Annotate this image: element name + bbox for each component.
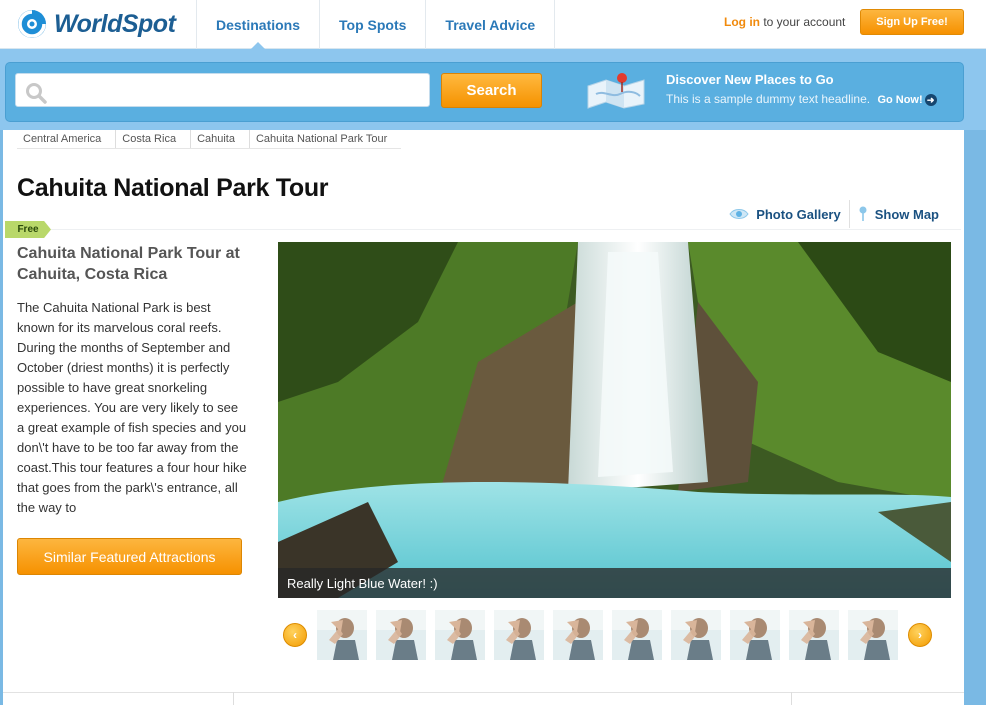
divider xyxy=(51,229,961,230)
thumbnail[interactable] xyxy=(317,610,367,660)
photo-caption: Really Light Blue Water! :) xyxy=(278,568,951,598)
logo-text: WorldSpot xyxy=(54,9,176,38)
thumbnail[interactable] xyxy=(494,610,544,660)
person-thumbnail-image xyxy=(789,610,839,660)
promo-subtitle-row: This is a sample dummy text headline. Go… xyxy=(666,92,937,107)
account-link: Log in to your account xyxy=(724,15,845,29)
search-button[interactable]: Search xyxy=(441,73,542,108)
main-photo[interactable]: Really Light Blue Water! :) xyxy=(278,242,951,598)
person-thumbnail-image xyxy=(435,610,485,660)
breadcrumb-item[interactable]: Central America xyxy=(17,130,117,148)
divider xyxy=(3,692,964,705)
arrow-right-icon: ➜ xyxy=(924,94,937,107)
thumbnail[interactable] xyxy=(376,610,426,660)
logo[interactable]: WorldSpot xyxy=(16,7,176,41)
waterfall-photo xyxy=(278,242,951,598)
similar-attractions-button[interactable]: Similar Featured Attractions xyxy=(17,538,242,575)
nav-top-spots[interactable]: Top Spots xyxy=(319,0,425,49)
search-band: Search Discover New Places to Go This is… xyxy=(0,49,986,130)
pin-icon xyxy=(859,206,867,221)
promo-subtitle: This is a sample dummy text headline. xyxy=(666,92,871,106)
account-suffix: to your account xyxy=(763,15,846,29)
chevron-left-icon[interactable]: ‹ xyxy=(283,623,307,647)
person-thumbnail-image xyxy=(376,610,426,660)
thumbnail[interactable] xyxy=(789,610,839,660)
globe-logo-icon xyxy=(18,10,46,38)
promo-block: Discover New Places to Go This is a samp… xyxy=(666,72,937,107)
chevron-right-icon[interactable]: › xyxy=(908,623,932,647)
go-now-label: Go Now! xyxy=(877,94,923,106)
search-input[interactable] xyxy=(15,73,430,107)
page-title: Cahuita National Park Tour xyxy=(17,174,329,202)
thumbnail[interactable] xyxy=(848,610,898,660)
main-content: Central America Costa Rica Cahuita Cahui… xyxy=(3,130,964,705)
breadcrumb-item[interactable]: Costa Rica xyxy=(116,130,192,148)
person-thumbnail-image xyxy=(317,610,367,660)
search-icon xyxy=(26,83,47,104)
thumbnail[interactable] xyxy=(671,610,721,660)
show-map-link[interactable]: Show Map xyxy=(850,206,947,222)
divider xyxy=(233,692,234,705)
nav-travel-advice[interactable]: Travel Advice xyxy=(425,0,556,49)
thumbnail[interactable] xyxy=(435,610,485,660)
eye-icon xyxy=(729,209,749,219)
main-nav: Destinations Top Spots Travel Advice xyxy=(196,0,556,50)
page-actions: Photo Gallery Show Map xyxy=(721,200,947,228)
go-now-link[interactable]: Go Now! ➜ xyxy=(877,94,937,107)
show-map-label: Show Map xyxy=(874,206,939,222)
photo-gallery-link[interactable]: Photo Gallery xyxy=(721,207,849,222)
thumbnail[interactable] xyxy=(553,610,603,660)
top-header: WorldSpot Destinations Top Spots Travel … xyxy=(0,0,986,50)
free-badge: Free xyxy=(5,221,51,238)
breadcrumb-item[interactable]: Cahuita National Park Tour xyxy=(250,130,401,148)
promo-title: Discover New Places to Go xyxy=(666,72,834,87)
thumbnail[interactable] xyxy=(612,610,662,660)
search-panel: Search Discover New Places to Go This is… xyxy=(5,62,964,122)
thumbnail-strip: ‹ › xyxy=(280,607,940,665)
nav-destinations[interactable]: Destinations xyxy=(196,0,319,50)
thumbnail[interactable] xyxy=(730,610,780,660)
photo-gallery-label: Photo Gallery xyxy=(756,206,841,222)
person-thumbnail-image xyxy=(494,610,544,660)
person-thumbnail-image xyxy=(553,610,603,660)
person-thumbnail-image xyxy=(671,610,721,660)
person-thumbnail-image xyxy=(848,610,898,660)
breadcrumb: Central America Costa Rica Cahuita Cahui… xyxy=(17,130,402,149)
login-link[interactable]: Log in xyxy=(724,15,760,29)
breadcrumb-item[interactable]: Cahuita xyxy=(191,130,250,148)
signup-button[interactable]: Sign Up Free! xyxy=(860,9,964,35)
person-thumbnail-image xyxy=(612,610,662,660)
attraction-subtitle: Cahuita National Park Tour at Cahuita, C… xyxy=(17,245,240,283)
divider xyxy=(791,692,792,705)
map-pin-icon xyxy=(587,73,645,109)
person-thumbnail-image xyxy=(730,610,780,660)
attraction-description: The Cahuita National Park is best known … xyxy=(17,300,247,515)
